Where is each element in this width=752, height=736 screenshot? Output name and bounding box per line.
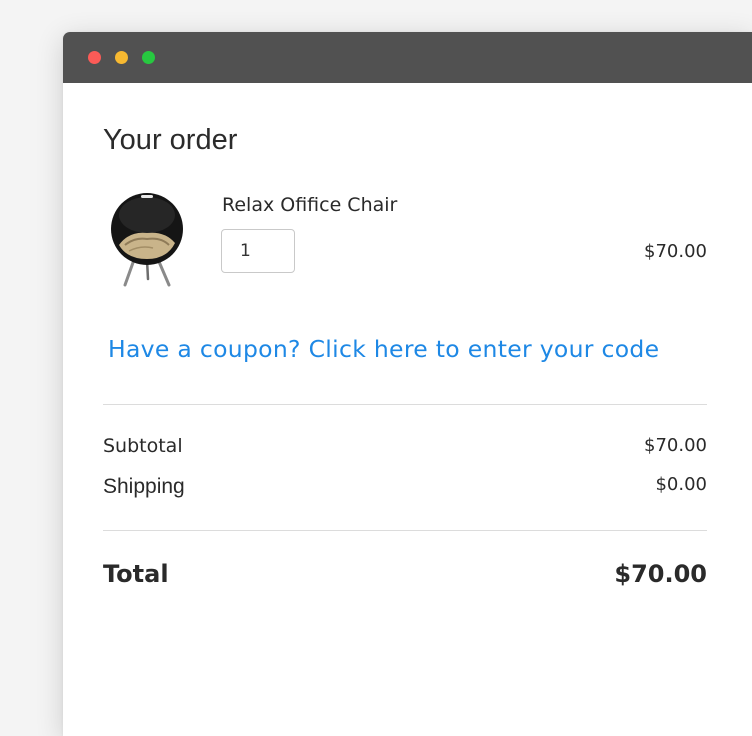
quantity-input[interactable] [221,229,295,273]
coupon-link[interactable]: Have a coupon? Click here to enter your … [108,332,659,366]
total-value: $70.00 [614,560,707,588]
browser-window: Your order Relax Ofifice Chair $70.00 H [63,32,752,736]
total-label: Total [103,560,169,588]
shipping-label: Shipping [103,475,185,498]
order-heading: Your order [103,124,238,156]
chair-icon [111,193,183,287]
divider [103,530,707,531]
window-titlebar [63,32,752,83]
maximize-window-button[interactable] [142,51,155,64]
order-summary: Your order Relax Ofifice Chair $70.00 H [103,83,707,733]
minimize-window-button[interactable] [115,51,128,64]
subtotal-value: $70.00 [644,435,707,456]
close-window-button[interactable] [88,51,101,64]
product-name: Relax Ofifice Chair [222,194,398,216]
line-item-price: $70.00 [644,241,707,262]
divider [103,404,707,405]
shipping-value: $0.00 [655,474,707,495]
product-image [107,185,183,289]
subtotal-label: Subtotal [103,435,183,457]
